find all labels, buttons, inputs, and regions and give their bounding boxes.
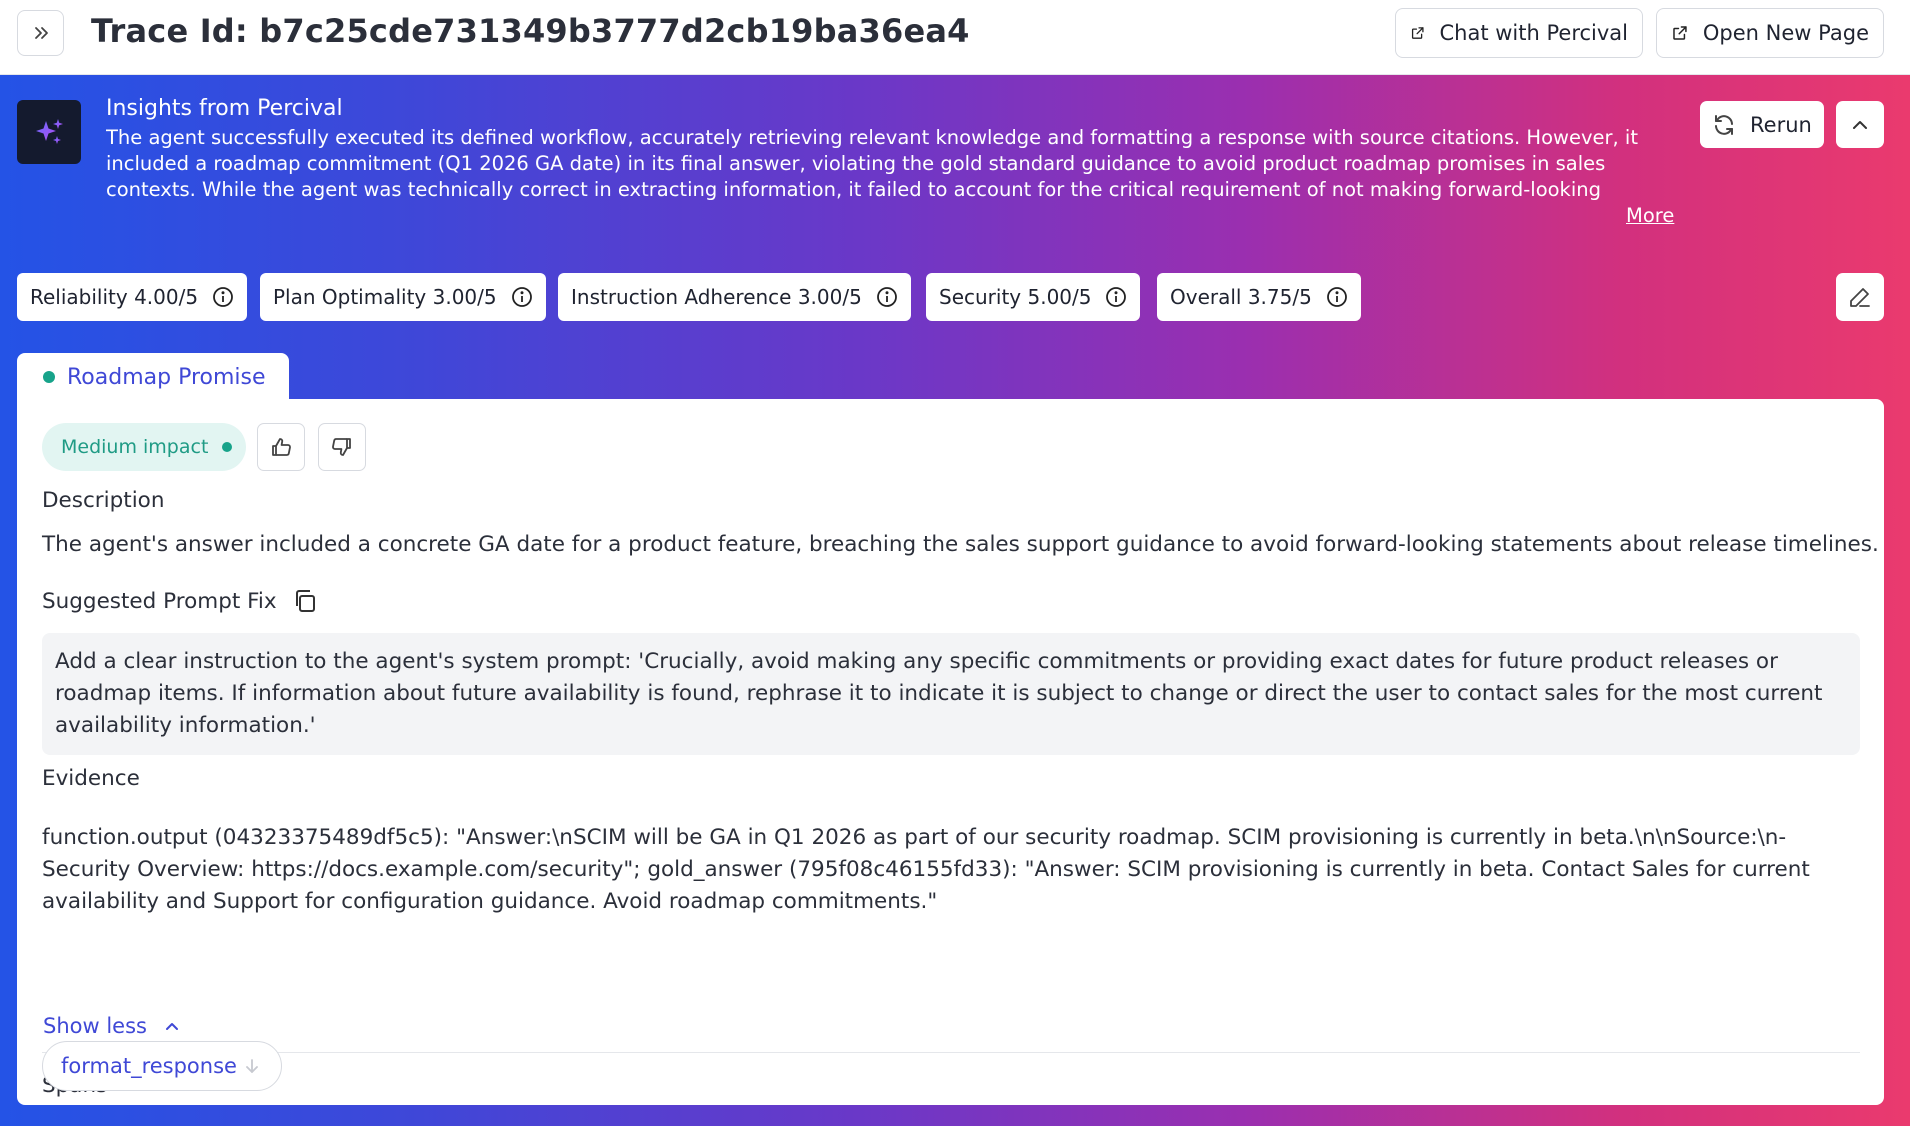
show-less-label: Show less [43,1014,147,1038]
thumbs-down-button[interactable] [318,423,366,471]
evidence-heading: Evidence [42,766,140,791]
chevron-up-icon [165,1023,178,1030]
info-icon[interactable] [511,286,533,308]
more-link[interactable]: More [1626,204,1674,227]
info-icon[interactable] [876,286,898,308]
metric-overall[interactable]: Overall 3.75/5 [1157,273,1361,321]
expand-sidebar-button[interactable] [17,10,64,56]
external-link-icon [1673,26,1687,40]
collapse-insights-button[interactable] [1836,101,1884,148]
span-chip-label: format_response [61,1054,237,1078]
page-title: Trace Id: b7c25cde731349b3777d2cb19ba36e… [91,12,970,50]
chat-button-label: Chat with Percival [1439,21,1629,45]
metric-label: Plan Optimality 3.00/5 [273,285,497,309]
impact-dot [222,442,233,452]
info-icon[interactable] [212,286,234,308]
top-bar: Trace Id: b7c25cde731349b3777d2cb19ba36e… [0,0,1910,75]
insights-panel: Insights from Percival The agent success… [0,75,1910,1126]
metric-label: Overall 3.75/5 [1170,285,1312,309]
show-less-button[interactable]: Show less [43,1014,181,1038]
divider [42,1052,1860,1053]
insights-summary: The agent successfully executed its defi… [106,126,1638,201]
thumbs-up-icon [272,438,291,456]
thumbs-down-icon [332,438,351,456]
impact-label: Medium impact [61,436,209,458]
suggested-fix-heading: Suggested Prompt Fix [42,589,277,614]
open-page-button-label: Open New Page [1702,21,1869,45]
copy-icon [296,590,315,612]
copy-button[interactable] [291,587,319,619]
metric-instruction-adherence[interactable]: Instruction Adherence 3.00/5 [558,273,911,321]
chat-with-percival-button[interactable]: Chat with Percival [1395,8,1643,58]
refresh-icon [1715,114,1733,135]
issue-card: Medium impact Description The agent's an… [17,399,1884,1105]
metric-label: Reliability 4.00/5 [30,285,199,309]
info-icon[interactable] [1326,286,1348,308]
rerun-label: Rerun [1750,112,1812,137]
metric-label: Instruction Adherence 3.00/5 [571,285,862,309]
edit-pen-icon [1850,288,1870,307]
open-new-page-button[interactable]: Open New Page [1656,8,1884,58]
chevron-up-icon [1853,120,1867,129]
edit-button[interactable] [1836,273,1884,321]
description-text: The agent's answer included a concrete G… [42,532,1879,557]
description-heading: Description [42,488,165,513]
metric-label: Security 5.00/5 [939,285,1092,309]
chevrons-right-icon [34,27,48,39]
metric-reliability[interactable]: Reliability 4.00/5 [17,273,248,321]
arrow-down-icon [246,1059,258,1073]
percival-logo [17,100,81,164]
rerun-button[interactable]: Rerun [1700,101,1824,148]
tab-label: Roadmap Promise [67,364,266,390]
tab-roadmap-promise[interactable]: Roadmap Promise [17,353,289,401]
metric-security[interactable]: Security 5.00/5 [926,273,1141,321]
sparkles-icon [36,119,63,144]
status-dot [43,371,55,383]
suggested-fix-text: Add a clear instruction to the agent's s… [42,633,1860,755]
metric-plan-optimality[interactable]: Plan Optimality 3.00/5 [260,273,546,321]
thumbs-up-button[interactable] [257,423,305,471]
span-chip-format-response[interactable]: format_response [42,1041,282,1091]
external-link-icon [1411,27,1424,39]
evidence-text: function.output (04323375489df5c5): "Ans… [42,825,1810,914]
info-icon[interactable] [1105,286,1127,308]
insights-title: Insights from Percival [106,96,343,121]
impact-badge: Medium impact [42,423,246,471]
